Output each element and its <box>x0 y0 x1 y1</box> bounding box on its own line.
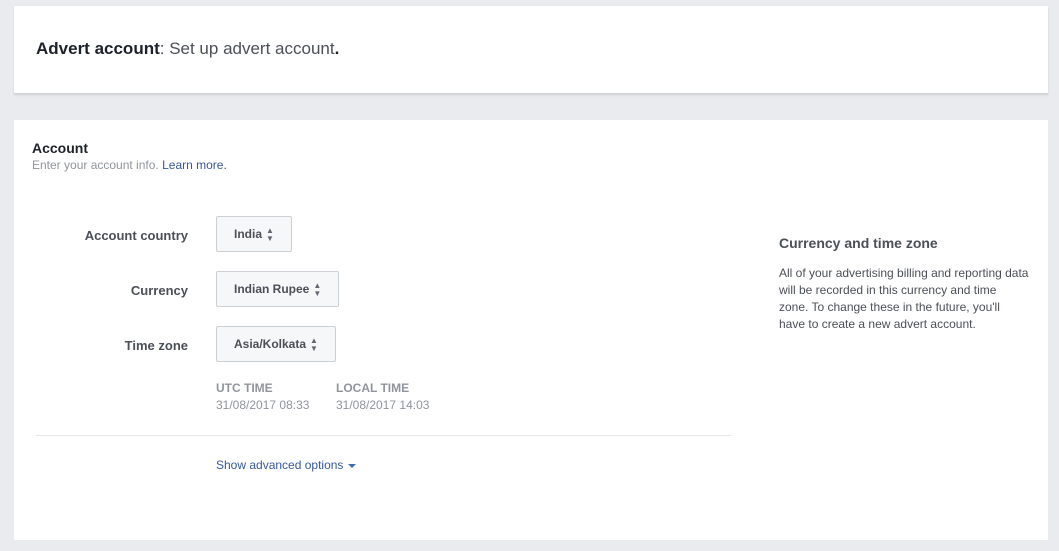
timezone-select[interactable]: Asia/Kolkata ▲ ▼ <box>216 326 336 362</box>
sort-arrows-icon: ▲ ▼ <box>313 280 322 298</box>
side-panel-body: All of your advertising billing and repo… <box>779 266 1029 331</box>
page-heading: Advert account: Set up advert account. <box>36 39 339 59</box>
utc-time-label: UTC TIME <box>216 381 273 395</box>
country-label: Account country <box>84 228 188 243</box>
heading-period: . <box>334 39 340 58</box>
heading-rest: : Set up advert account <box>159 39 335 58</box>
country-value: India <box>234 227 263 241</box>
timezone-label: Time zone <box>124 338 188 353</box>
caret-down-icon <box>348 463 357 468</box>
local-time-value: 31/08/2017 14:03 <box>336 398 430 412</box>
timezone-value: Asia/Kolkata <box>234 337 307 351</box>
show-advanced-options-link[interactable]: Show advanced options <box>216 458 357 472</box>
sort-arrows-icon: ▲ ▼ <box>266 225 274 243</box>
currency-label: Currency <box>130 283 188 298</box>
learn-more-link[interactable]: Learn more. <box>162 158 227 172</box>
section-title: Account <box>32 140 88 156</box>
side-panel-title: Currency and time zone <box>779 235 938 251</box>
section-subtitle: Enter your account info. Learn more. <box>32 158 227 172</box>
subtitle-text: Enter your account info. <box>32 158 159 172</box>
header-card: Advert account: Set up advert account. <box>14 6 1048 94</box>
country-select[interactable]: India ▲ ▼ <box>216 216 292 252</box>
account-card: Account Enter your account info. Learn m… <box>14 120 1048 540</box>
heading-bold: Advert account <box>36 39 160 58</box>
currency-select[interactable]: Indian Rupee ▲ ▼ <box>216 271 340 307</box>
advanced-label: Show advanced options <box>216 458 344 472</box>
currency-value: Indian Rupee <box>234 282 310 296</box>
utc-time-value: 31/08/2017 08:33 <box>216 398 310 412</box>
divider <box>36 435 731 436</box>
sort-arrows-icon: ▲ ▼ <box>310 335 318 353</box>
local-time-label: LOCAL TIME <box>336 381 410 395</box>
